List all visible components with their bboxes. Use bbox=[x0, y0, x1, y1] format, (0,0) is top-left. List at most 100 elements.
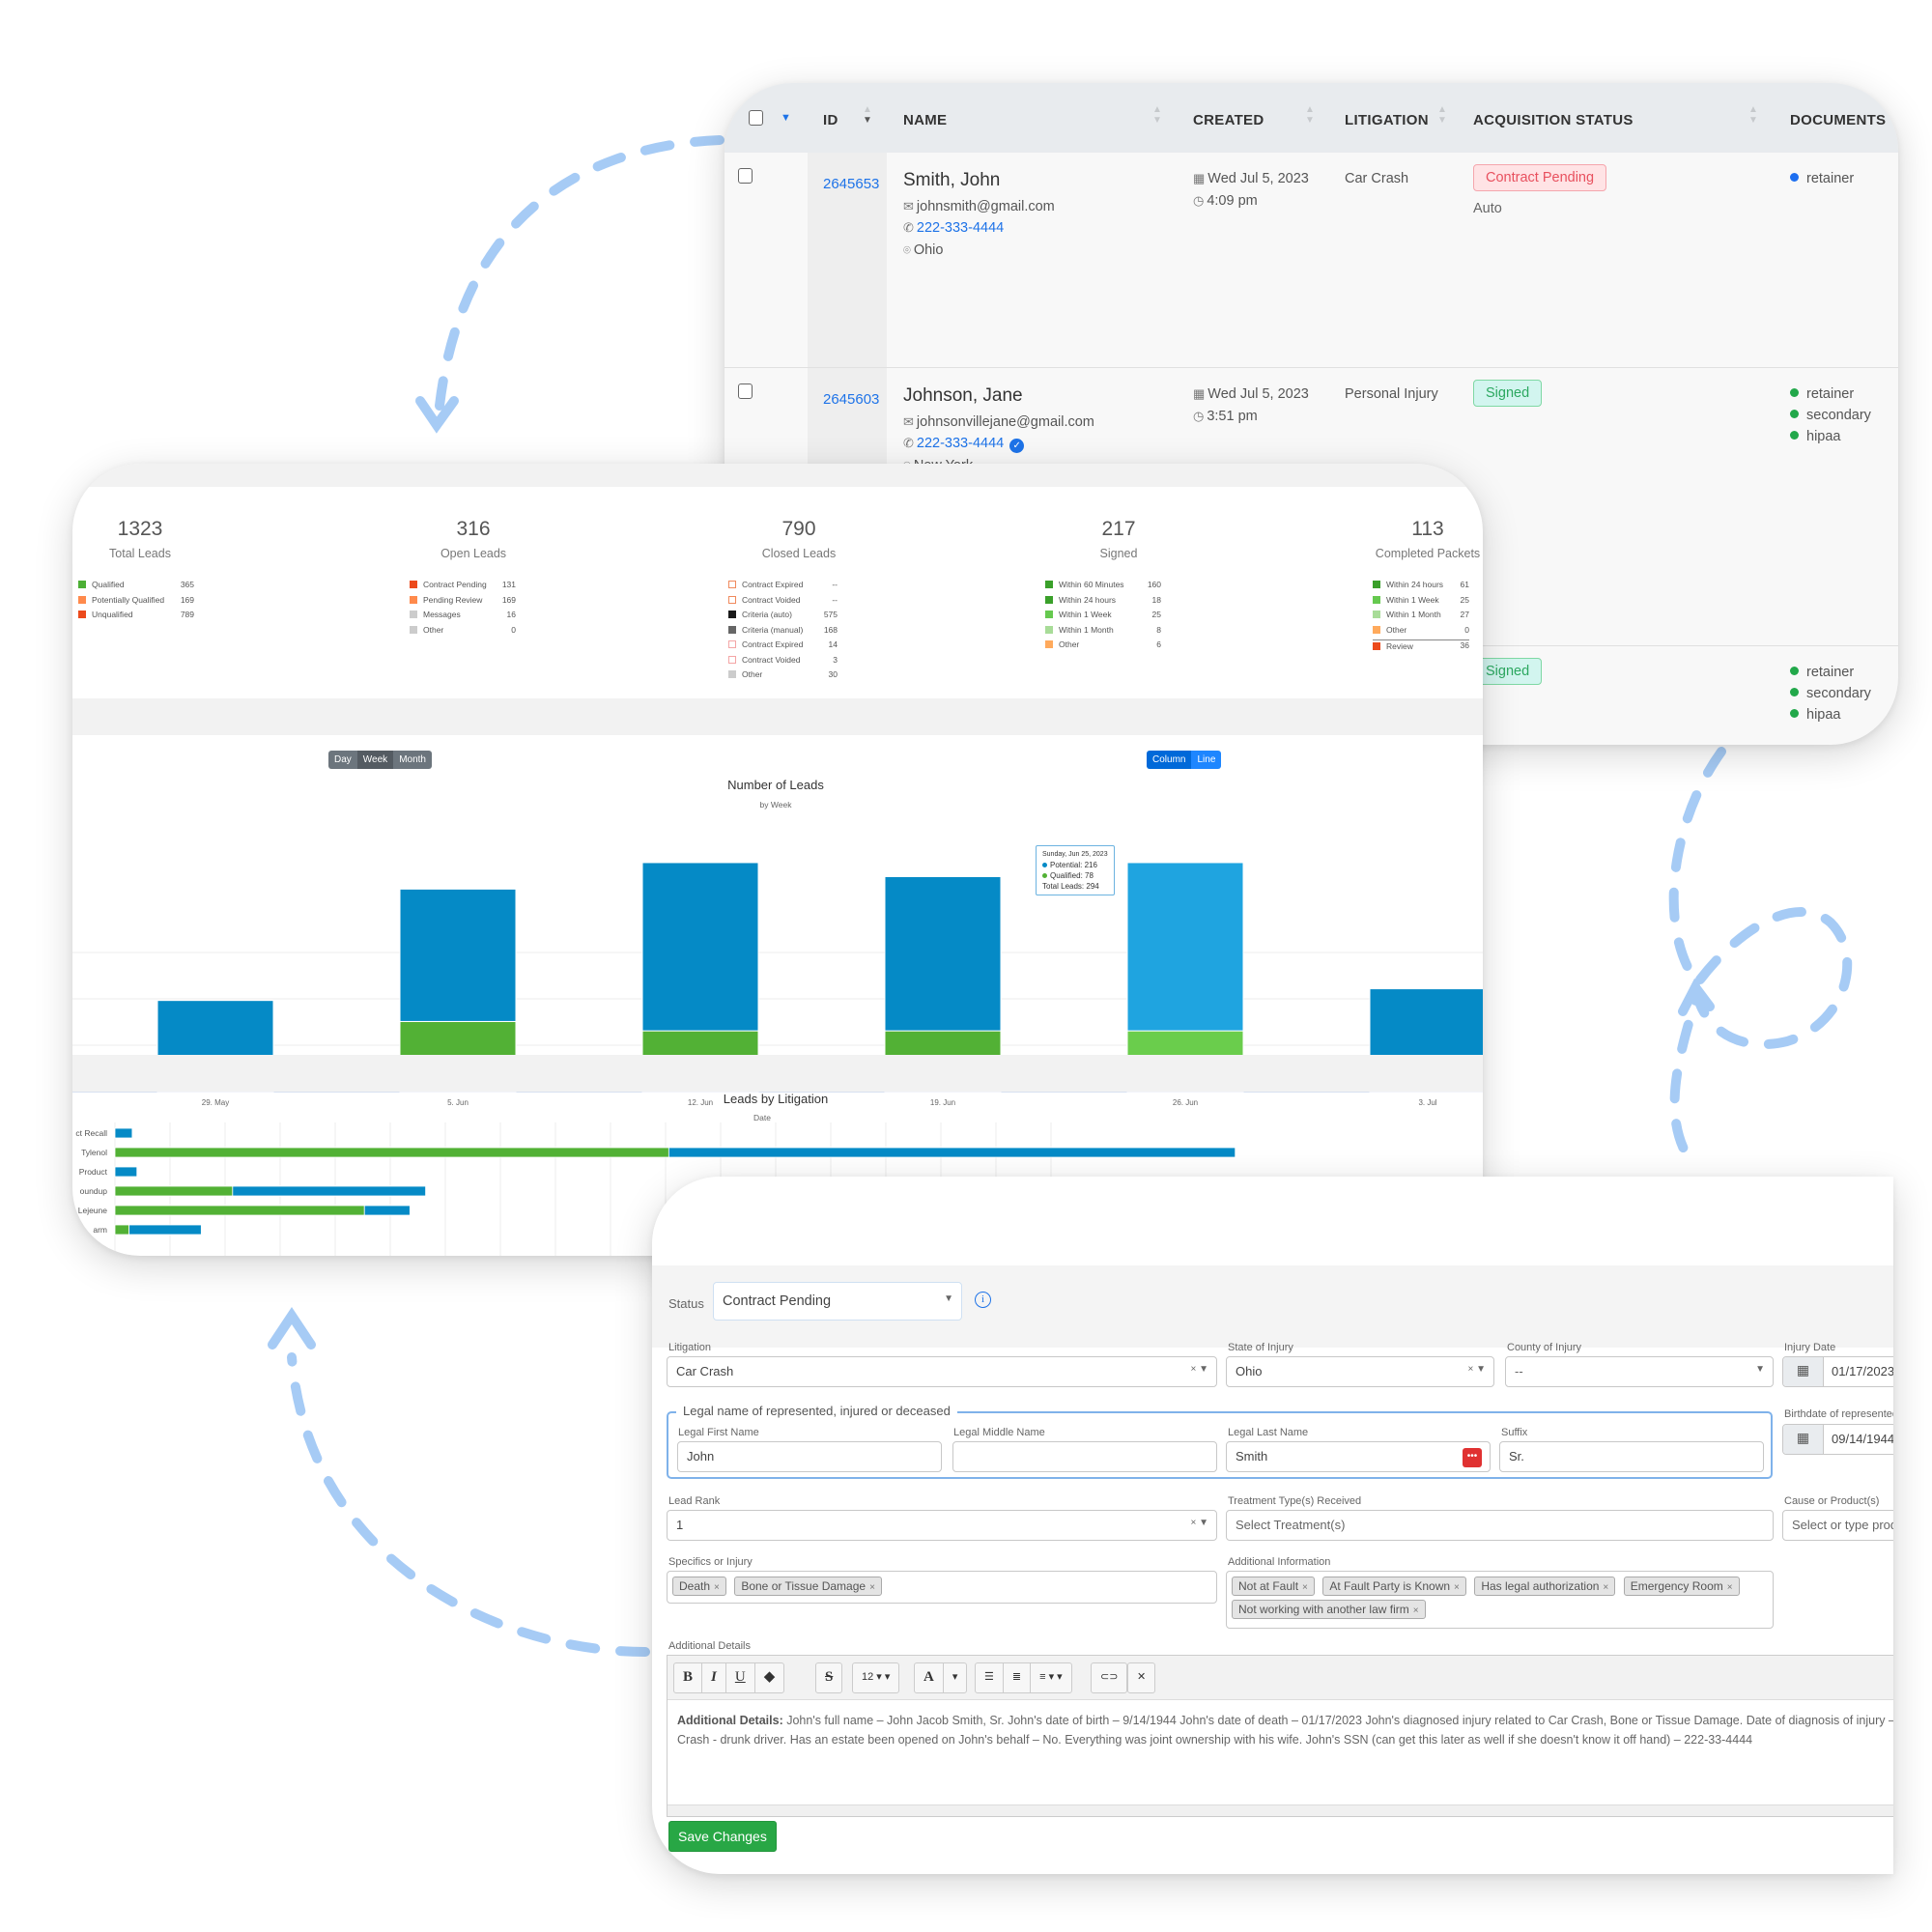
chart-type-line-button[interactable]: Line bbox=[1191, 751, 1222, 769]
document-item[interactable]: hipaa bbox=[1790, 707, 1871, 728]
row-checkbox[interactable] bbox=[738, 168, 753, 184]
legal-last-name-input[interactable]: Smith ••• bbox=[1226, 1441, 1491, 1472]
clear-and-chevron-icon[interactable]: × ▼ bbox=[1190, 1364, 1208, 1375]
document-item[interactable]: retainer bbox=[1790, 386, 1871, 408]
injury-date-input[interactable]: ▦ 01/17/2023 bbox=[1782, 1356, 1893, 1387]
bar-potential[interactable] bbox=[641, 862, 759, 1032]
select-all-checkbox[interactable] bbox=[749, 110, 763, 126]
litigation-select[interactable]: Car Crash × ▼ bbox=[667, 1356, 1217, 1387]
remove-tag-icon[interactable]: × bbox=[1413, 1605, 1419, 1616]
stat-completed-packets: 113 Completed Packets bbox=[1365, 518, 1483, 560]
column-header-litigation[interactable]: LITIGATION bbox=[1345, 112, 1429, 128]
bar-potential[interactable] bbox=[128, 1224, 202, 1236]
period-week-button[interactable]: Week bbox=[356, 751, 394, 769]
calendar-icon[interactable]: ▦ bbox=[1783, 1425, 1824, 1454]
text-color-button[interactable]: A bbox=[915, 1663, 944, 1692]
lead-name[interactable]: Smith, John bbox=[903, 170, 1000, 191]
underline-button[interactable]: U bbox=[726, 1663, 755, 1692]
bar-potential[interactable] bbox=[1126, 862, 1244, 1032]
birthdate-input[interactable]: ▦ 09/14/1944 bbox=[1782, 1424, 1893, 1455]
legal-middle-name-input[interactable] bbox=[952, 1441, 1217, 1472]
legal-first-name-input[interactable]: John bbox=[677, 1441, 942, 1472]
text-color-dropdown[interactable]: ▾ bbox=[944, 1663, 967, 1692]
sort-id-icon[interactable]: ▲ ▼ bbox=[863, 104, 872, 126]
lead-phone[interactable]: 222-333-4444 bbox=[917, 220, 1004, 236]
table-row[interactable]: 2645653 Smith, John ✉ johnsmith@gmail.com… bbox=[724, 153, 1898, 367]
lead-email[interactable]: johnsmith@gmail.com bbox=[917, 199, 1055, 214]
document-item[interactable]: retainer bbox=[1790, 171, 1854, 192]
sort-name-icon[interactable]: ▲ ▼ bbox=[1152, 104, 1162, 126]
bar-qualified[interactable] bbox=[114, 1147, 669, 1158]
sort-status-icon[interactable]: ▲ ▼ bbox=[1748, 104, 1758, 126]
save-changes-button[interactable]: Save Changes bbox=[668, 1821, 777, 1852]
bold-button[interactable]: B bbox=[674, 1663, 703, 1692]
bar-potential[interactable] bbox=[884, 875, 1002, 1032]
bar-potential[interactable] bbox=[399, 888, 517, 1022]
status-badge[interactable]: Signed bbox=[1473, 380, 1543, 407]
document-item[interactable]: secondary bbox=[1790, 686, 1871, 707]
italic-button[interactable]: I bbox=[702, 1663, 726, 1692]
status-badge[interactable]: Contract Pending bbox=[1473, 164, 1607, 191]
bar-potential[interactable] bbox=[114, 1166, 138, 1178]
suffix-input[interactable]: Sr. bbox=[1499, 1441, 1764, 1472]
county-of-injury-select[interactable]: -- ▼ bbox=[1505, 1356, 1774, 1387]
info-icon[interactable]: i bbox=[975, 1292, 991, 1308]
lead-id-link[interactable]: 2645653 bbox=[823, 176, 879, 192]
bar-potential[interactable] bbox=[232, 1185, 426, 1197]
remove-tag-icon[interactable]: × bbox=[869, 1582, 875, 1593]
font-size-dropdown[interactable]: 12 ▾ ▾ bbox=[853, 1663, 898, 1692]
remove-tag-icon[interactable]: × bbox=[1302, 1582, 1308, 1593]
select-menu-caret-icon[interactable]: ▼ bbox=[781, 112, 791, 124]
status-badge[interactable]: Signed bbox=[1473, 658, 1543, 685]
lead-phone[interactable]: 222-333-4444 bbox=[917, 436, 1004, 451]
calendar-icon[interactable]: ▦ bbox=[1783, 1357, 1824, 1386]
fullscreen-icon[interactable]: ✕ bbox=[1128, 1663, 1154, 1692]
bar-potential[interactable] bbox=[668, 1147, 1236, 1158]
status-select[interactable]: Contract Pending ▼ bbox=[713, 1282, 962, 1321]
lead-rank-select[interactable]: 1 × ▼ bbox=[667, 1510, 1217, 1541]
link-icon[interactable]: ⊂⊃ bbox=[1092, 1663, 1126, 1692]
remove-tag-icon[interactable]: × bbox=[1454, 1582, 1460, 1593]
strikethrough-button[interactable]: S bbox=[816, 1663, 841, 1692]
row-checkbox[interactable] bbox=[738, 384, 753, 399]
editor-content[interactable]: Additional Details: John's full name – J… bbox=[677, 1712, 1893, 1749]
bar-potential[interactable] bbox=[363, 1205, 411, 1216]
column-header-name[interactable]: NAME bbox=[903, 112, 947, 128]
column-header-id[interactable]: ID bbox=[823, 112, 838, 128]
period-month-button[interactable]: Month bbox=[393, 751, 432, 769]
editor-resize-handle[interactable] bbox=[668, 1804, 1893, 1816]
chart-type-column-button[interactable]: Column bbox=[1147, 751, 1192, 769]
cause-or-product-select[interactable]: Select or type product bbox=[1782, 1510, 1893, 1541]
column-header-documents[interactable]: DOCUMENTS bbox=[1790, 112, 1886, 128]
state-of-injury-select[interactable]: Ohio × ▼ bbox=[1226, 1356, 1494, 1387]
column-header-created[interactable]: CREATED bbox=[1193, 112, 1264, 128]
breakdown-item: Other 0 bbox=[1373, 625, 1469, 640]
document-item[interactable]: hipaa bbox=[1790, 429, 1871, 450]
lead-name[interactable]: Johnson, Jane bbox=[903, 385, 1023, 407]
align-dropdown-icon[interactable]: ≡ ▾ ▾ bbox=[1031, 1663, 1071, 1692]
remove-tag-icon[interactable]: × bbox=[1603, 1582, 1608, 1593]
document-item[interactable]: retainer bbox=[1790, 665, 1871, 686]
unordered-list-icon[interactable]: ☰ bbox=[976, 1663, 1004, 1692]
treatment-select[interactable]: Select Treatment(s) bbox=[1226, 1510, 1774, 1541]
period-day-button[interactable]: Day bbox=[328, 751, 357, 769]
ordered-list-icon[interactable]: ≣ bbox=[1004, 1663, 1032, 1692]
password-manager-icon[interactable]: ••• bbox=[1463, 1448, 1482, 1467]
sort-created-icon[interactable]: ▲ ▼ bbox=[1305, 104, 1315, 126]
lead-id-link[interactable]: 2645603 bbox=[823, 391, 879, 408]
column-header-acquisition-status[interactable]: ACQUISITION STATUS bbox=[1473, 112, 1634, 128]
remove-tag-icon[interactable]: × bbox=[714, 1582, 720, 1593]
eraser-icon[interactable]: ◆ bbox=[755, 1663, 784, 1692]
sort-litigation-icon[interactable]: ▲ ▼ bbox=[1437, 104, 1447, 126]
document-item[interactable]: secondary bbox=[1790, 408, 1871, 429]
bar-qualified[interactable] bbox=[114, 1224, 130, 1236]
remove-tag-icon[interactable]: × bbox=[1727, 1582, 1733, 1593]
additional-info-tags-input[interactable]: Not at Fault × At Fault Party is Known × H… bbox=[1226, 1571, 1774, 1629]
bar-qualified[interactable] bbox=[114, 1185, 234, 1197]
bar-qualified[interactable] bbox=[114, 1205, 365, 1216]
bar-potential[interactable] bbox=[114, 1127, 133, 1139]
clear-and-chevron-icon[interactable]: × ▼ bbox=[1467, 1364, 1486, 1375]
clear-and-chevron-icon[interactable]: × ▼ bbox=[1190, 1518, 1208, 1528]
lead-email[interactable]: johnsonvillejane@gmail.com bbox=[917, 414, 1094, 430]
specifics-tags-input[interactable]: Death × Bone or Tissue Damage × bbox=[667, 1571, 1217, 1604]
